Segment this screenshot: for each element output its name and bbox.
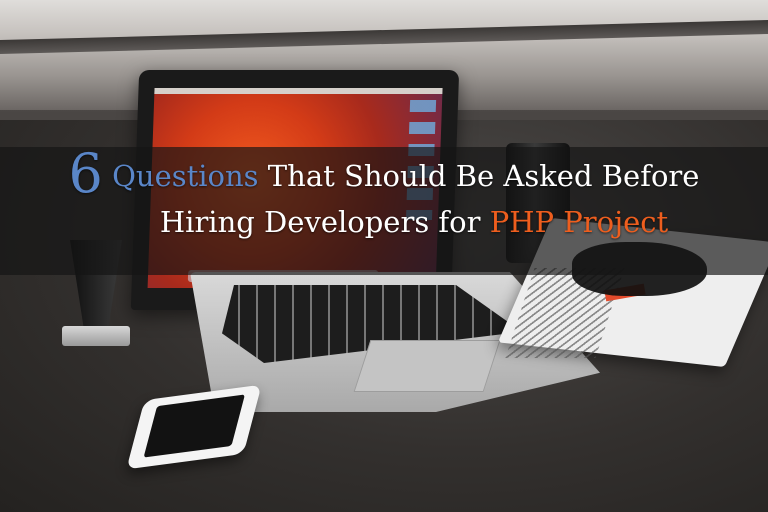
headline-questions-word: Questions [112,159,259,193]
phone-stand-base [62,326,130,346]
headline-number: 6 [68,142,103,205]
headline-line1-rest: That Should Be Asked Before [258,159,700,193]
headline-highlight: PHP Project [489,205,669,239]
headline-line2: Hiring Developers for PHP Project [0,200,768,244]
menu-bar [154,88,443,94]
laptop-trackpad [353,340,501,392]
phone-screen [143,394,245,458]
hero-image: 6 Questions That Should Be Asked Before … [0,0,768,512]
headline: 6 Questions That Should Be Asked Before … [0,147,768,244]
headline-line2-start: Hiring Developers for [159,205,490,239]
